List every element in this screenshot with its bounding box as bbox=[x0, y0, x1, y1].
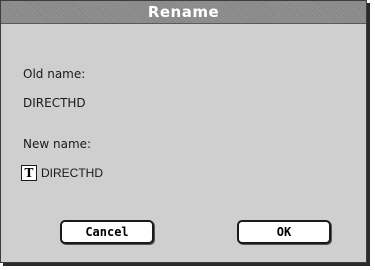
old-name-value: DIRECTHD bbox=[23, 96, 86, 110]
ok-button[interactable]: OK bbox=[237, 220, 331, 244]
new-name-input[interactable] bbox=[41, 166, 241, 180]
old-name-label: Old name: bbox=[23, 67, 86, 81]
dialog-title: Rename bbox=[1, 1, 366, 24]
new-name-label: New name: bbox=[23, 137, 92, 151]
cancel-button[interactable]: Cancel bbox=[60, 220, 154, 244]
text-cursor-icon: T bbox=[21, 165, 37, 181]
rename-dialog: Rename Old name: DIRECTHD New name: T Ca… bbox=[0, 0, 367, 263]
